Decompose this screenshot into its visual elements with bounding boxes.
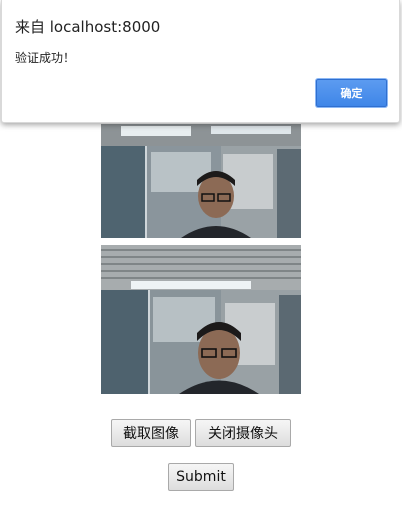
- submit-button[interactable]: Submit: [168, 463, 234, 491]
- camera-video-feed: [101, 124, 301, 238]
- alert-dialog-message: 验证成功！: [15, 51, 76, 65]
- alert-dialog-title: 来自 localhost:8000: [15, 18, 161, 36]
- captured-image-picture: [101, 245, 301, 394]
- close-camera-button[interactable]: 关闭摄像头: [195, 419, 291, 447]
- capture-image-button[interactable]: 截取图像: [111, 419, 191, 447]
- alert-dialog: 来自 localhost:8000 验证成功！ 确定: [1, 0, 400, 123]
- page: 截取图像 关闭摄像头 Submit 来自 localhost:8000 验证成功…: [0, 0, 402, 519]
- captured-image: [101, 245, 301, 394]
- alert-ok-button[interactable]: 确定: [316, 79, 387, 107]
- camera-video-image: [101, 124, 301, 238]
